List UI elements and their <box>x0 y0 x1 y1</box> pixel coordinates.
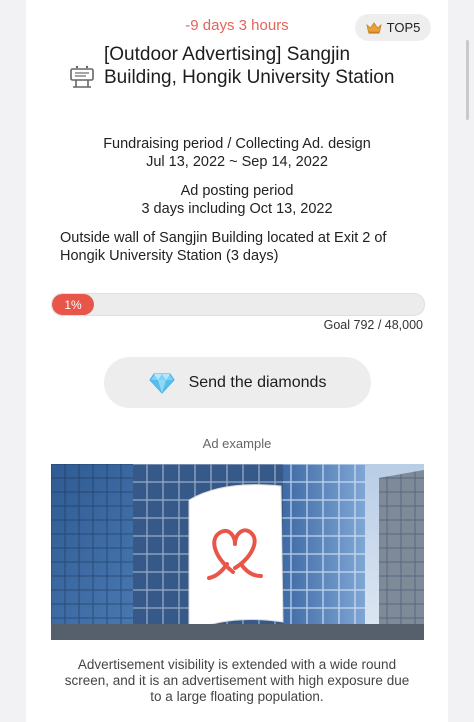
scrollbar[interactable] <box>466 40 469 120</box>
rank-badge-label: TOP5 <box>386 20 421 35</box>
funding-goal: Goal 792 / 48,000 <box>323 318 423 332</box>
posting-period-label: Ad posting period <box>180 183 294 199</box>
ad-caption: Advertisement visibility is extended wit… <box>64 657 410 704</box>
send-diamonds-label: Send the diamonds <box>188 373 327 391</box>
fundraising-period-label: Fundraising period / Collecting Ad. desi… <box>103 136 371 152</box>
crown-icon <box>366 21 382 34</box>
billboard-icon <box>70 65 94 88</box>
funding-progress-fill: 1% <box>52 294 94 315</box>
rank-badge: TOP5 <box>355 14 431 41</box>
ad-example-image <box>51 464 424 640</box>
campaign-title: [Outdoor Advertising] Sangjin Building, … <box>104 44 395 88</box>
ad-example-label: Ad example <box>202 436 272 451</box>
funding-progress-percent: 1% <box>64 297 82 312</box>
send-diamonds-button[interactable]: Send the diamonds <box>104 357 371 408</box>
fundraising-period-dates: Jul 13, 2022 ~ Sep 14, 2022 <box>146 154 328 170</box>
posting-period-dates: 3 days including Oct 13, 2022 <box>141 201 333 217</box>
funding-progress-bar: 1% <box>51 293 425 316</box>
page: -9 days 3 hours TOP5 [Outdoor Advertisin… <box>0 0 474 722</box>
diamond-icon <box>148 373 175 394</box>
ad-location: Outside wall of Sangjin Building located… <box>60 230 387 264</box>
